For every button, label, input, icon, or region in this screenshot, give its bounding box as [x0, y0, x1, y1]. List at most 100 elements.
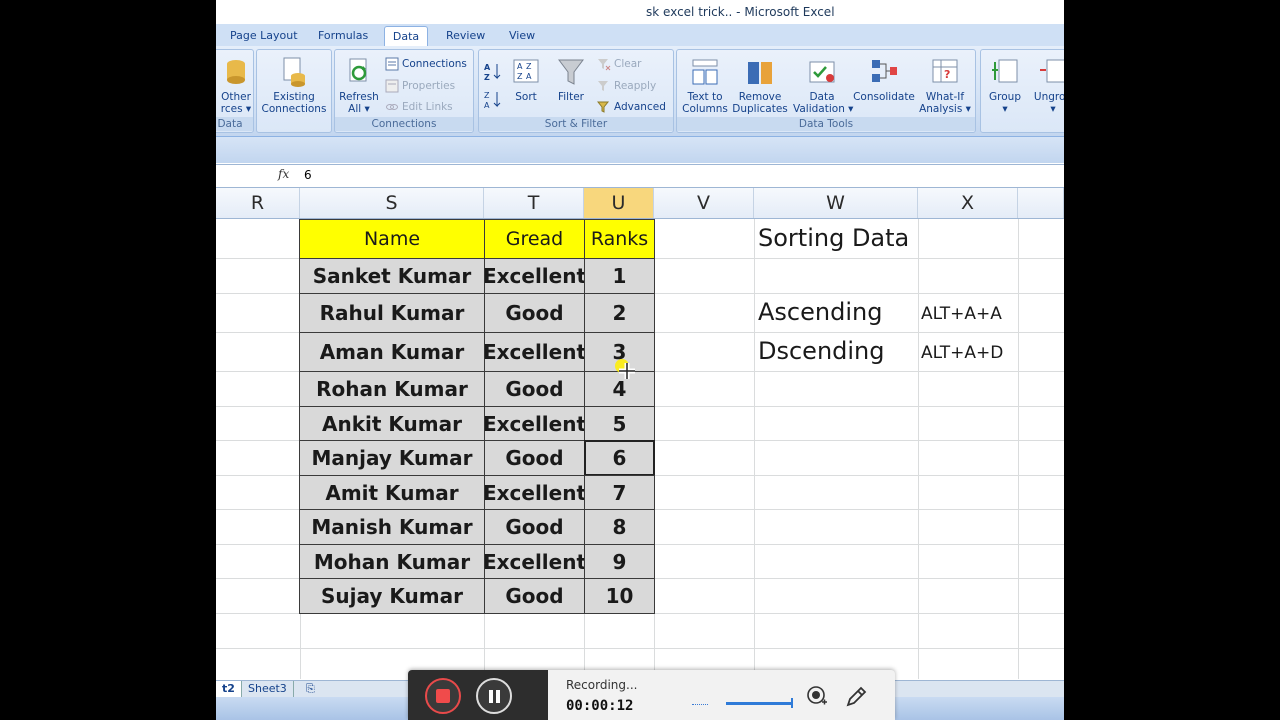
group-get-external-data: Other rces ▾ Data: [216, 49, 254, 133]
what-if-analysis-button[interactable]: ? What-If Analysis ▾: [917, 56, 973, 115]
group-sort-filter: AZ ZA AZZA Sort Filter Clear Reapply Adv…: [478, 49, 674, 133]
cell-rank[interactable]: 7: [584, 475, 655, 510]
clear-button[interactable]: Clear: [597, 56, 641, 72]
cell-rank[interactable]: 5: [584, 406, 655, 441]
group-icon: [992, 59, 1018, 83]
pen-icon[interactable]: [844, 685, 868, 709]
advanced-button[interactable]: Advanced: [597, 99, 666, 115]
column-header-y[interactable]: [1018, 188, 1064, 218]
remove-duplicates-button[interactable]: Remove Duplicates: [731, 56, 789, 115]
cell-grade[interactable]: Excellent: [483, 258, 586, 294]
stop-recording-button[interactable]: [425, 678, 461, 714]
cell-name[interactable]: Ankit Kumar: [299, 406, 485, 441]
column-header-u[interactable]: U: [584, 188, 654, 218]
column-header-w[interactable]: W: [754, 188, 918, 218]
database-icon: [227, 60, 245, 84]
other-sources-button[interactable]: Other rces ▾: [217, 56, 255, 115]
cell-cursor-icon: [615, 359, 635, 379]
cell-name[interactable]: Mohan Kumar: [299, 544, 485, 579]
sort-z-a-button[interactable]: ZA: [484, 90, 502, 110]
cell-grade[interactable]: Excellent: [483, 544, 586, 579]
header-grade[interactable]: Gread: [484, 219, 585, 259]
cell-grade[interactable]: Good: [484, 371, 585, 407]
cell-grade[interactable]: Excellent: [483, 406, 586, 441]
column-header-x[interactable]: X: [918, 188, 1018, 218]
reapply-button[interactable]: Reapply: [597, 78, 656, 94]
recording-timer: 00:00:12: [566, 698, 634, 714]
ribbon-tabs: Page Layout Formulas Data Review View: [216, 24, 1064, 50]
header-name[interactable]: Name: [299, 219, 485, 259]
volume-slider[interactable]: [726, 702, 792, 705]
ascending-label: Ascending: [758, 298, 883, 326]
sheet-tab-sheet3[interactable]: Sheet3: [242, 681, 294, 697]
svg-text:Z: Z: [484, 73, 490, 82]
excel-window: sk excel trick.. - Microsoft Excel Page …: [216, 0, 1064, 720]
data-validation-button[interactable]: Data Validation ▾: [793, 56, 853, 115]
link-icon: [386, 104, 398, 110]
volume-slider-handle[interactable]: [791, 698, 793, 708]
header-rank[interactable]: Ranks: [584, 219, 655, 259]
formula-bar[interactable]: fx 6: [216, 164, 1064, 188]
cell-rank[interactable]: 2: [584, 293, 655, 333]
text-to-columns-button[interactable]: Text to Columns: [681, 56, 729, 115]
group-button[interactable]: Group ▾: [985, 56, 1025, 115]
group-data-tools: Text to Columns Remove Duplicates Data V…: [676, 49, 976, 133]
tab-page-layout[interactable]: Page Layout: [230, 29, 298, 42]
ungroup-button[interactable]: Ungrou▾: [1031, 56, 1064, 115]
formula-input[interactable]: 6: [304, 168, 312, 182]
ribbon-collapsed-area: [216, 137, 1064, 163]
sheet-tab-active[interactable]: t2: [216, 681, 242, 697]
svg-text:Z: Z: [517, 72, 523, 81]
column-header-r[interactable]: R: [216, 188, 300, 218]
cell-rank[interactable]: 1: [584, 258, 655, 294]
cell-rank[interactable]: 10: [584, 578, 655, 614]
consolidate-button[interactable]: Consolidate: [853, 56, 915, 103]
cell-rank[interactable]: 8: [584, 509, 655, 545]
cell-rank[interactable]: 9: [584, 544, 655, 579]
properties-icon: [385, 79, 399, 93]
advanced-filter-icon: [597, 101, 610, 113]
cell-name[interactable]: Manjay Kumar: [299, 440, 485, 476]
tab-view[interactable]: View: [509, 29, 535, 42]
cell-grade[interactable]: Good: [484, 293, 585, 333]
validation-icon: [809, 61, 835, 83]
remove-duplicates-icon: [748, 62, 772, 84]
column-header-s[interactable]: S: [300, 188, 484, 218]
pause-recording-button[interactable]: [476, 678, 512, 714]
cell-grade[interactable]: Good: [484, 440, 585, 476]
sorting-data-title: Sorting Data: [758, 224, 910, 252]
sort-button[interactable]: AZZA Sort: [509, 56, 543, 103]
cell-grade[interactable]: Excellent: [483, 475, 586, 510]
sort-a-z-button[interactable]: AZ: [484, 62, 502, 82]
cell-name[interactable]: Rohan Kumar: [299, 371, 485, 407]
sort-descending-icon: ZA: [484, 91, 501, 110]
cell-grade[interactable]: Good: [484, 578, 585, 614]
cell-name[interactable]: Manish Kumar: [299, 509, 485, 545]
column-header-v[interactable]: V: [654, 188, 754, 218]
descending-label: Dscending: [758, 337, 885, 365]
webcam-icon[interactable]: [806, 685, 828, 707]
column-header-t[interactable]: T: [484, 188, 584, 218]
function-icon[interactable]: fx: [278, 167, 289, 181]
tab-review[interactable]: Review: [446, 29, 485, 42]
edit-links-button[interactable]: Edit Links: [385, 99, 453, 115]
insert-sheet-icon[interactable]: ⎘: [300, 681, 321, 697]
connections-button[interactable]: Connections: [385, 56, 467, 72]
refresh-all-button[interactable]: Refresh All ▾: [339, 56, 379, 115]
cell-grade[interactable]: Good: [484, 509, 585, 545]
existing-connections-button[interactable]: Existing Connections: [259, 56, 329, 115]
cell-name[interactable]: Sanket Kumar: [299, 258, 485, 294]
group-label-data-tools: Data Tools: [677, 117, 975, 131]
cell-name[interactable]: Amit Kumar: [299, 475, 485, 510]
spreadsheet-grid[interactable]: Name Gread Ranks Sanket Kumar Excellent …: [216, 219, 1064, 679]
properties-button[interactable]: Properties: [385, 78, 455, 94]
cell-name[interactable]: Sujay Kumar: [299, 578, 485, 614]
filter-button[interactable]: Filter: [553, 56, 589, 103]
cell-name[interactable]: Aman Kumar: [299, 332, 485, 372]
ungroup-icon: [1040, 59, 1064, 83]
cell-rank-selected[interactable]: 6: [584, 440, 655, 476]
cell-grade[interactable]: Excellent: [483, 332, 586, 372]
tab-formulas[interactable]: Formulas: [318, 29, 368, 42]
cell-name[interactable]: Rahul Kumar: [299, 293, 485, 333]
svg-text:A: A: [526, 72, 532, 81]
